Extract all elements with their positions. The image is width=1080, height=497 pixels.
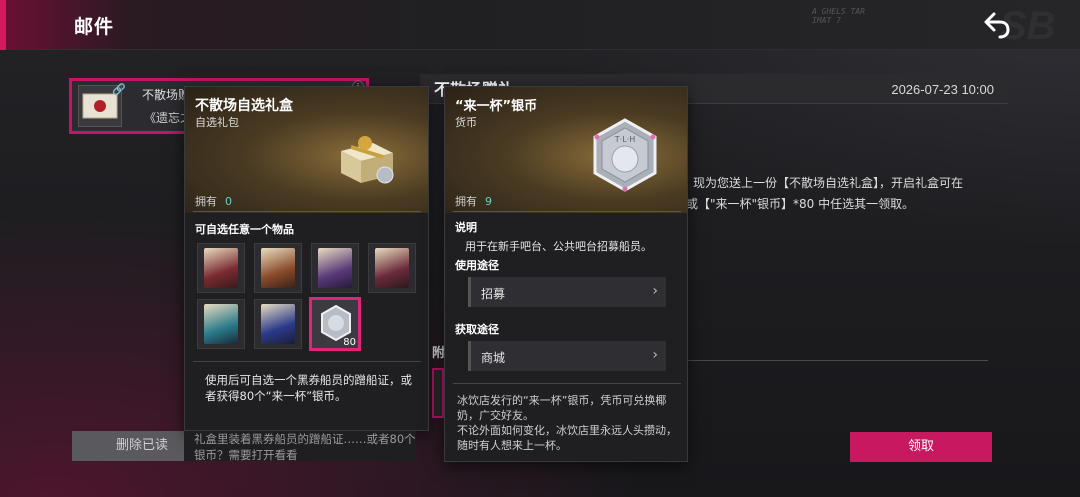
option-crew-card[interactable] (368, 243, 416, 293)
gift-box-owned: 拥有 0 (195, 193, 232, 209)
coin-owned: 拥有 9 (455, 193, 492, 209)
page-title: 邮件 (74, 16, 115, 38)
owned-count: 9 (485, 195, 492, 208)
quantity-badge: 80 (343, 337, 356, 348)
usage-recruit-link[interactable]: 招募 › (468, 277, 666, 307)
gift-box-hero: 不散场自选礼盒 自选礼包 拥有 0 (185, 87, 428, 213)
back-button[interactable] (978, 10, 1014, 40)
option-silver-coin[interactable]: 80 (309, 297, 361, 351)
gift-box-name: 不散场自选礼盒 (195, 98, 293, 114)
description-heading: 说明 (455, 221, 477, 234)
option-crew-card[interactable] (254, 243, 302, 293)
coin-hero: “来一杯”银币 货币 T·L·H 拥有 9 (445, 87, 687, 213)
mail-body-line-1: 现为您送上一份【不散场自选礼盒】，开启礼盒可在 (693, 176, 964, 190)
chevron-right-icon: › (652, 283, 658, 299)
option-crew-card[interactable] (197, 243, 245, 293)
crew-card-icon (318, 248, 352, 288)
accent-stripe (0, 0, 6, 50)
divider (453, 211, 681, 212)
source-heading: 获取途径 (455, 323, 499, 336)
coin-type: 货币 (455, 116, 477, 129)
option-crew-card[interactable] (311, 243, 359, 293)
option-crew-card[interactable] (254, 299, 302, 349)
mail-item-title: 不散场赠 (142, 88, 191, 102)
silver-coin-tooltip: “来一杯”银币 货币 T·L·H 拥有 9 说明 用于在新手吧台、公共吧台招募船员… (444, 86, 688, 462)
option-crew-card[interactable] (197, 299, 245, 349)
crew-card-icon (204, 304, 238, 344)
description-text: 用于在新手吧台、公共吧台招募船员。 (465, 240, 652, 253)
divider (453, 383, 681, 384)
back-arrow-icon (984, 12, 1010, 39)
coin-name: “来一杯”银币 (455, 99, 538, 114)
crew-card-icon (375, 248, 409, 288)
crew-card-icon (261, 248, 295, 288)
gift-box-flavor-text: 礼盒里装着黑券船员的蹭船证……或者80个银币？需要打开看看 (184, 431, 416, 461)
gift-box-tooltip: 不散场自选礼盒 自选礼包 拥有 0 可自选任意一个物品 80 使用后可自选一个黑… (184, 86, 429, 431)
attachment-clip-icon: 🔗 (112, 83, 126, 96)
divider (193, 361, 421, 362)
crew-card-icon (204, 248, 238, 288)
crew-card-icon (261, 304, 295, 344)
top-bar: 邮件 A GHELS TAR IMAT 7 SB (0, 0, 1080, 50)
gift-box-type: 自选礼包 (195, 116, 239, 129)
usage-heading: 使用途径 (455, 259, 499, 272)
chevron-right-icon: › (652, 347, 658, 363)
owned-label: 拥有 (195, 195, 217, 208)
decorative-text: A GHELS TAR IMAT 7 (812, 7, 865, 25)
mail-body-line-2: 或【"来一杯"银币】*80 中任选其一领取。 (686, 197, 915, 211)
coin-flavor-text: 冰饮店发行的“来一杯”银币，凭币可兑换椰奶，广交好友。 不论外面如何变化，冰饮店… (457, 394, 677, 452)
gift-box-description: 使用后可自选一个黑券船员的蹭船证，或者获得80个“来一杯”银币。 (205, 373, 412, 403)
owned-count: 0 (225, 195, 232, 208)
attachment-slot[interactable] (432, 368, 444, 418)
claim-button[interactable]: 领取 (850, 432, 992, 462)
source-item-label: 商城 (481, 351, 506, 365)
usage-item-label: 招募 (481, 287, 506, 301)
divider (688, 360, 988, 361)
mail-date: 2026-07-23 10:00 (891, 82, 994, 97)
gift-box-icon (341, 136, 394, 184)
owned-label: 拥有 (455, 195, 477, 208)
source-shop-link[interactable]: 商城 › (468, 341, 666, 371)
coin-engraving: T·L·H (614, 135, 635, 144)
options-heading: 可自选任意一个物品 (195, 223, 294, 236)
silver-coin-large-icon: T·L·H (593, 118, 657, 192)
divider (193, 211, 421, 212)
